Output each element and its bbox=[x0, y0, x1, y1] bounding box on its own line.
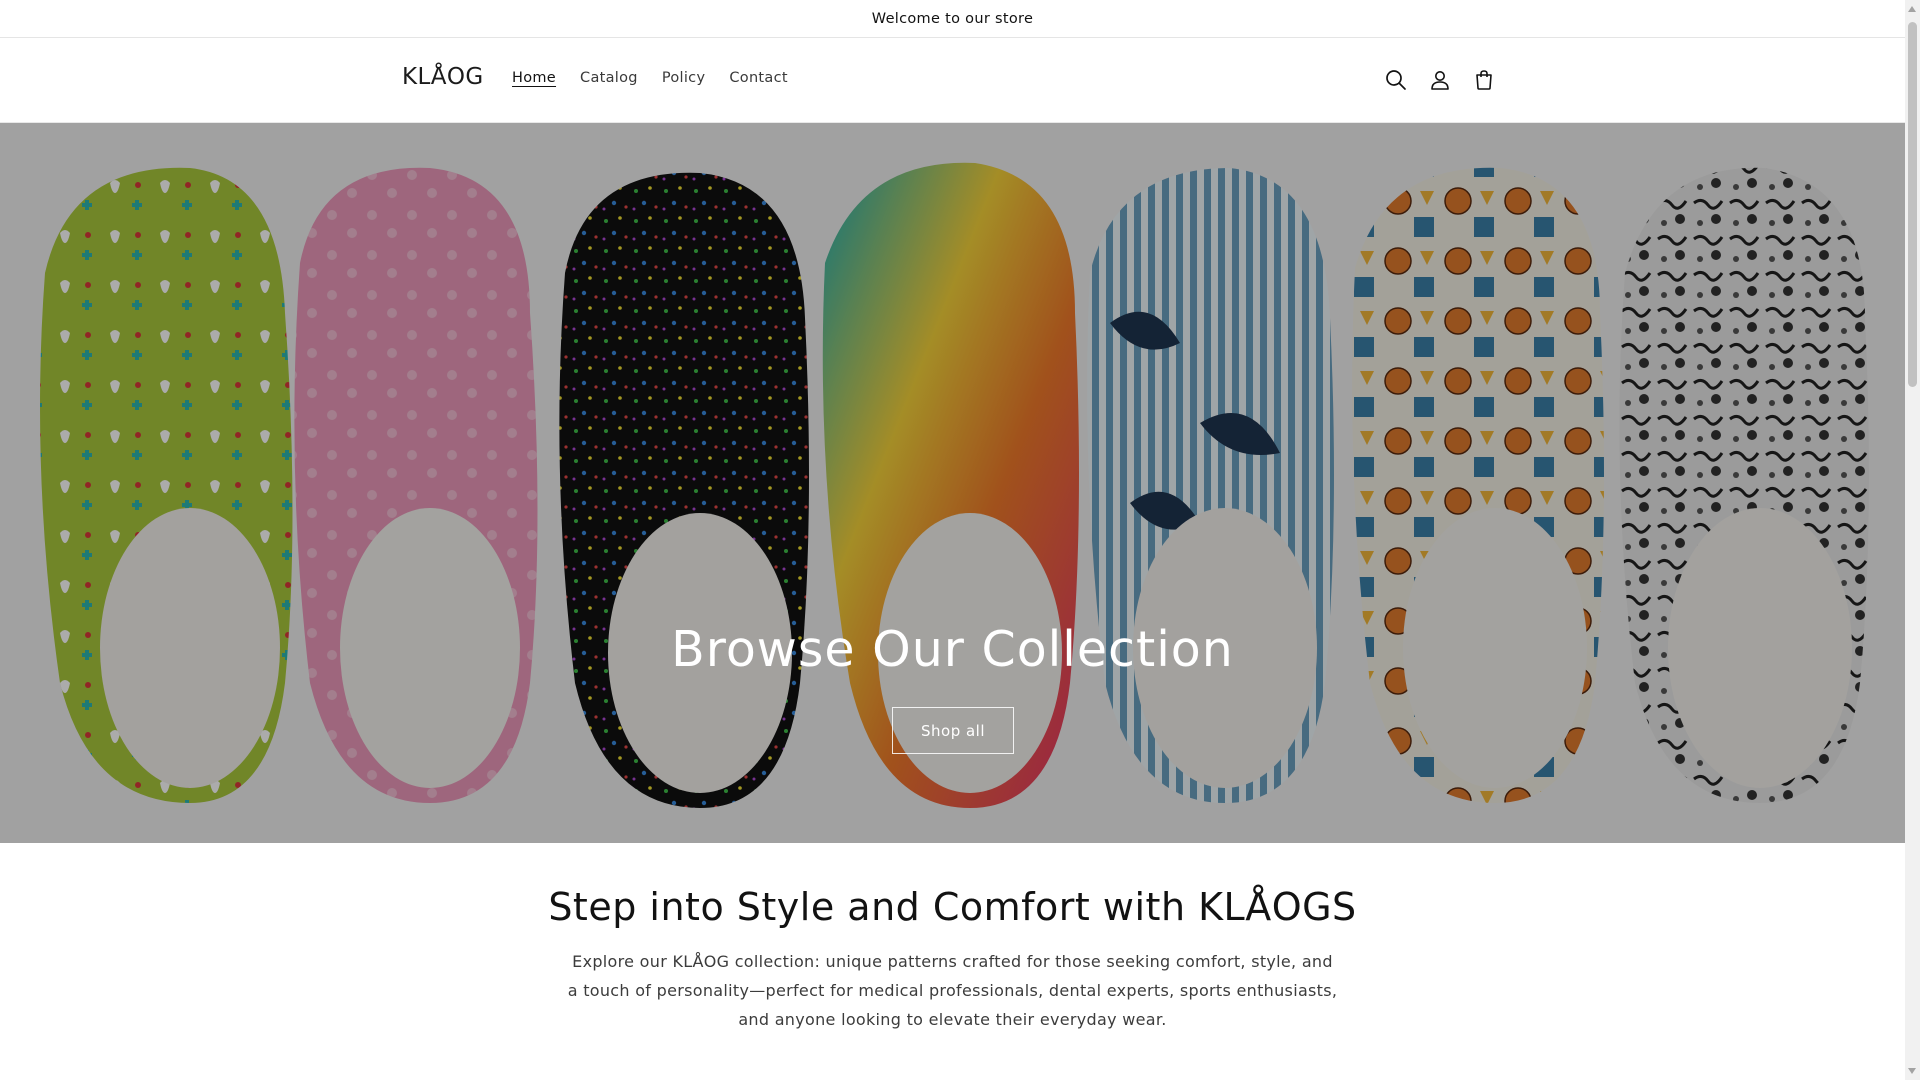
main-nav: Home Catalog Policy Contact bbox=[500, 70, 800, 86]
search-icon[interactable] bbox=[1382, 66, 1410, 94]
intro-body: Explore our KLÅOG collection: unique pat… bbox=[567, 952, 1338, 1029]
store-page: Welcome to our store KLÅOG Home Catalog … bbox=[0, 0, 1905, 1080]
nav-catalog[interactable]: Catalog bbox=[568, 70, 650, 86]
nav-policy[interactable]: Policy bbox=[650, 70, 718, 86]
intro-section: Step into Style and Comfort with KLÅOGS … bbox=[0, 843, 1905, 1034]
nav-home[interactable]: Home bbox=[500, 70, 568, 86]
announcement-text: Welcome to our store bbox=[871, 10, 1034, 27]
announcement-bar: Welcome to our store bbox=[0, 0, 1905, 38]
cart-icon[interactable] bbox=[1470, 66, 1498, 94]
scroll-up-arrow-icon[interactable] bbox=[1908, 6, 1916, 12]
nav-contact[interactable]: Contact bbox=[717, 70, 800, 86]
hero-title: Browse Our Collection bbox=[671, 621, 1234, 678]
scroll-thumb[interactable] bbox=[1908, 22, 1917, 387]
shop-all-button[interactable]: Shop all bbox=[892, 707, 1014, 754]
site-header: KLÅOG Home Catalog Policy Contact bbox=[0, 38, 1905, 123]
intro-heading: Step into Style and Comfort with KLÅOGS bbox=[548, 885, 1357, 929]
page-scrollbar[interactable] bbox=[1905, 0, 1920, 1080]
account-icon[interactable] bbox=[1426, 66, 1454, 94]
scroll-down-arrow-icon[interactable] bbox=[1908, 1068, 1916, 1074]
store-logo[interactable]: KLÅOG bbox=[402, 64, 484, 90]
